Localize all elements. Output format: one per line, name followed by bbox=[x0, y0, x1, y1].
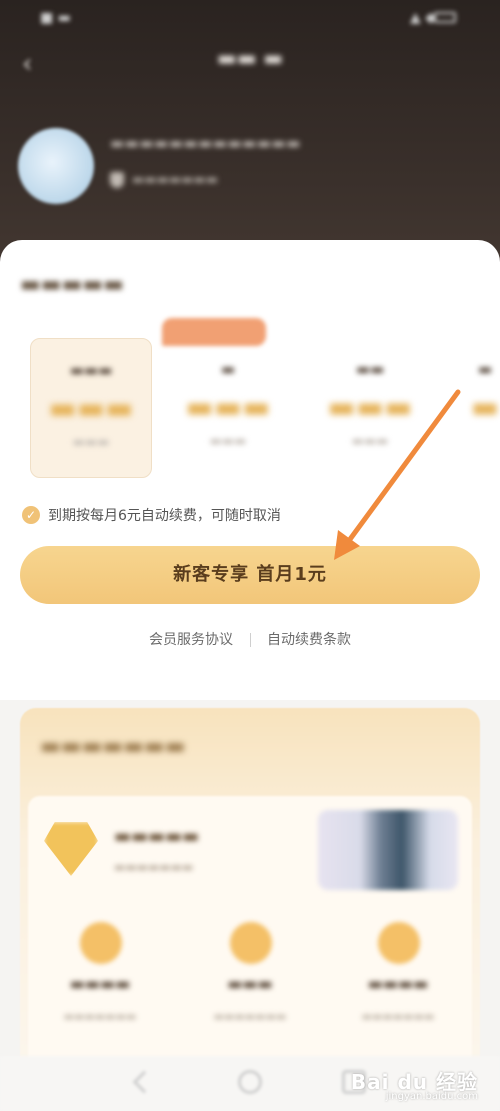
plan-price: ▬▬▬ bbox=[48, 391, 134, 426]
feature-label: ▬▬▬▬ bbox=[367, 974, 429, 993]
nav-back-icon[interactable] bbox=[132, 1070, 156, 1094]
plan-name: ▬▬ bbox=[355, 360, 385, 378]
feature-icon bbox=[230, 922, 272, 964]
service-agreement-link[interactable]: 会员服务协议 bbox=[149, 632, 233, 648]
link-separator bbox=[249, 633, 251, 647]
plan-option-selected[interactable]: ▬▬▬ ▬▬▬ ▬▬▬ bbox=[30, 338, 152, 478]
promo-image[interactable] bbox=[318, 810, 458, 890]
plan-option[interactable]: ▬ ▬▬▬ ▬▬▬ bbox=[168, 338, 288, 478]
status-left-indicators: ■ ▬ bbox=[40, 10, 71, 26]
benefit-headline: ▬▬▬▬▬ bbox=[114, 826, 200, 847]
status-bar: ■ ▬ ▲ ◆ bbox=[0, 0, 500, 36]
page-title: ▬▬ ▬ bbox=[216, 46, 284, 70]
feature-description: ▬▬▬▬▬▬▬ bbox=[213, 1010, 287, 1023]
plan-option-partial[interactable]: ▬ ▬ bbox=[470, 338, 500, 478]
card-title: ▬▬▬▬▬ bbox=[20, 272, 124, 297]
benefits-title: ▬▬▬▬▬▬▬ bbox=[40, 734, 186, 759]
plan-name: ▬ bbox=[477, 360, 493, 378]
feature-label: ▬▬▬▬ bbox=[69, 974, 131, 993]
battery-icon bbox=[434, 12, 456, 23]
plan-name: ▬ bbox=[220, 360, 236, 378]
plan-option[interactable]: ▬▬ ▬▬▬ ▬▬▬ bbox=[310, 338, 430, 478]
nav-home-icon[interactable] bbox=[238, 1070, 262, 1094]
feature-description: ▬▬▬▬▬▬▬ bbox=[361, 1010, 435, 1023]
watermark-url: jingyan.baidu.com bbox=[385, 1091, 478, 1102]
plan-price: ▬ bbox=[470, 390, 500, 425]
auto-renew-terms-link[interactable]: 自动续费条款 bbox=[267, 632, 351, 648]
auto-renew-notice: 到期按每月6元自动续费，可随时取消 bbox=[48, 508, 281, 524]
feature-label: ▬▬▬ bbox=[227, 974, 273, 993]
plan-subtext: ▬▬▬ bbox=[351, 434, 389, 449]
subscribe-button[interactable]: 新客专享 首月1元 bbox=[20, 546, 480, 604]
plan-price: ▬▬▬ bbox=[185, 390, 271, 425]
feature-item[interactable]: ▬▬▬▬ ▬▬▬▬▬▬▬ bbox=[40, 922, 160, 1042]
plan-name: ▬▬▬ bbox=[69, 361, 113, 379]
feature-description: ▬▬▬▬▬▬▬ bbox=[63, 1010, 137, 1023]
plan-price: ▬▬▬ bbox=[327, 390, 413, 425]
benefit-subtitle: ▬▬▬▬▬▬▬ bbox=[114, 860, 194, 874]
feature-icon bbox=[378, 922, 420, 964]
feature-icon bbox=[80, 922, 122, 964]
feature-item[interactable]: ▬▬▬ ▬▬▬▬▬▬▬ bbox=[190, 922, 310, 1042]
status-right-indicators: ▲ ◆ bbox=[410, 10, 436, 26]
shield-icon bbox=[110, 172, 124, 188]
user-name: ▬▬▬▬▬▬▬▬▬▬▬▬▬ bbox=[110, 134, 301, 152]
avatar[interactable] bbox=[18, 128, 94, 204]
agreement-links: 会员服务协议 自动续费条款 bbox=[0, 629, 500, 649]
plan-subtext: ▬▬▬ bbox=[72, 435, 110, 450]
plan-subtext: ▬▬▬ bbox=[209, 434, 247, 449]
feature-item[interactable]: ▬▬▬▬ ▬▬▬▬▬▬▬ bbox=[338, 922, 458, 1042]
check-circle-icon[interactable]: ✓ bbox=[22, 506, 40, 524]
user-subtitle: ▬▬▬▬▬▬▬ bbox=[110, 172, 218, 188]
